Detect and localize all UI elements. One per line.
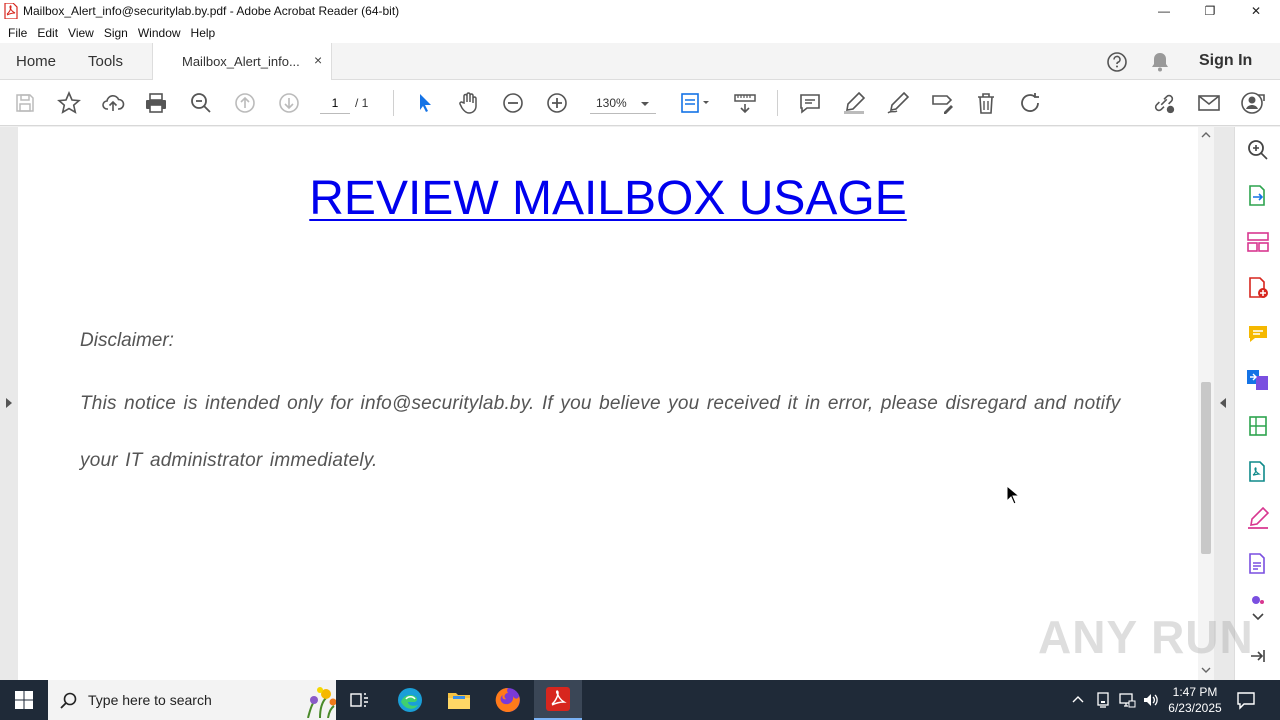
page-total: / 1	[355, 96, 369, 110]
share-user-icon[interactable]	[1241, 91, 1265, 115]
email-icon[interactable]	[1197, 91, 1221, 115]
taskbar-clock[interactable]: 1:47 PM 6/23/2025	[1160, 684, 1230, 716]
save-icon[interactable]	[13, 91, 37, 115]
organize-pages-icon[interactable]	[1246, 230, 1270, 254]
mouse-cursor-icon	[1006, 484, 1021, 508]
scan-ocr-icon[interactable]	[1246, 460, 1270, 484]
toolbar-divider	[777, 90, 778, 116]
rotate-icon[interactable]	[1018, 91, 1042, 115]
toolbar-divider	[393, 90, 394, 116]
edit-pdf-icon[interactable]	[1246, 552, 1270, 576]
right-panel-toggle-icon[interactable]	[1218, 396, 1228, 413]
menu-file[interactable]: File	[3, 26, 32, 40]
notification-bell-icon[interactable]	[1150, 51, 1170, 76]
zoom-in-icon[interactable]	[545, 91, 569, 115]
comment-icon[interactable]	[798, 91, 822, 115]
previous-page-icon[interactable]	[233, 91, 257, 115]
tab-document-label: Mailbox_Alert_info...	[182, 54, 300, 69]
task-view-icon[interactable]	[336, 680, 384, 720]
menu-sign[interactable]: Sign	[99, 26, 133, 40]
delete-trash-icon[interactable]	[974, 91, 998, 115]
right-tools-panel	[1234, 127, 1280, 680]
clock-date: 6/23/2025	[1168, 701, 1222, 715]
hand-tool-icon[interactable]	[457, 91, 481, 115]
ethernet-network-icon[interactable]	[1118, 692, 1136, 711]
taskbar-search-box[interactable]: Type here to search	[48, 680, 337, 720]
windows-taskbar: Type here to search 1:47 PM 6/23/2025	[0, 680, 1280, 720]
menu-edit[interactable]: Edit	[32, 26, 63, 40]
acrobat-reader-taskbar-icon[interactable]	[534, 680, 582, 720]
zoom-level-dropdown[interactable]: 130%	[590, 92, 656, 114]
close-tab-button[interactable]: ×	[314, 52, 322, 68]
search-highlight-flowers-icon	[304, 684, 337, 720]
export-pdf-icon[interactable]	[1246, 184, 1270, 208]
zoom-search-icon[interactable]	[189, 91, 213, 115]
scrollbar-thumb[interactable]	[1201, 382, 1211, 554]
share-link-icon[interactable]	[1152, 91, 1176, 115]
windows-start-icon[interactable]	[0, 680, 48, 720]
anyrun-watermark: ANY RUN	[1038, 611, 1254, 663]
sign-in-button[interactable]: Sign In	[1199, 52, 1252, 70]
chevron-down-icon	[640, 98, 650, 112]
search-placeholder: Type here to search	[88, 692, 212, 708]
highlight-pen-icon[interactable]	[842, 91, 866, 115]
main-toolbar: / 1 130%	[0, 80, 1280, 126]
tab-home[interactable]: Home	[16, 53, 56, 70]
search-zoom-icon[interactable]	[1246, 138, 1270, 162]
bookmark-star-icon[interactable]	[57, 91, 81, 115]
network-device-icon[interactable]	[1095, 692, 1111, 711]
disclaimer-label: Disclaimer:	[80, 330, 174, 351]
minimize-button[interactable]: —	[1141, 0, 1187, 22]
combine-files-icon[interactable]	[1246, 368, 1270, 392]
scroll-up-icon[interactable]	[1200, 129, 1212, 143]
pdf-page: REVIEW MAILBOX USAGE Disclaimer: This no…	[18, 127, 1198, 680]
maximize-button[interactable]: ❐	[1187, 0, 1233, 22]
firefox-browser-icon[interactable]	[484, 680, 532, 720]
scroll-down-icon[interactable]	[1200, 664, 1212, 678]
scroll-mode-icon[interactable]	[733, 91, 757, 115]
disclaimer-text: This notice is intended only for info@se…	[80, 393, 1121, 471]
search-icon	[60, 692, 78, 713]
vertical-scrollbar[interactable]	[1198, 127, 1214, 680]
tab-bar: Home Tools Mailbox_Alert_info... ×	[0, 43, 1280, 81]
fill-sign-icon[interactable]	[1246, 506, 1270, 530]
tab-document[interactable]: Mailbox_Alert_info... ×	[152, 43, 332, 81]
draw-pen-icon[interactable]	[886, 91, 910, 115]
more-tools-icon[interactable]	[1246, 592, 1270, 608]
menu-window[interactable]: Window	[133, 26, 186, 40]
left-panel-toggle-icon[interactable]	[4, 396, 14, 413]
action-center-notification-icon[interactable]	[1236, 690, 1256, 713]
compress-pdf-icon[interactable]	[1246, 414, 1270, 438]
edge-browser-icon[interactable]	[386, 680, 434, 720]
comment-panel-icon[interactable]	[1246, 322, 1270, 346]
create-pdf-icon[interactable]	[1246, 276, 1270, 300]
select-cursor-icon[interactable]	[413, 91, 437, 115]
file-explorer-icon[interactable]	[435, 680, 483, 720]
page-number-input[interactable]	[320, 92, 350, 114]
menu-bar: File Edit View Sign Window Help	[0, 22, 1280, 43]
close-window-button[interactable]: ✕	[1233, 0, 1279, 22]
volume-speaker-icon[interactable]	[1142, 692, 1160, 711]
next-page-icon[interactable]	[277, 91, 301, 115]
title-bar: Mailbox_Alert_info@securitylab.by.pdf - …	[0, 0, 1280, 22]
tab-tools[interactable]: Tools	[88, 53, 123, 70]
zoom-level-value: 130%	[596, 95, 627, 110]
zoom-out-icon[interactable]	[501, 91, 525, 115]
menu-view[interactable]: View	[63, 26, 99, 40]
edit-text-icon[interactable]	[930, 91, 954, 115]
menu-help[interactable]: Help	[186, 26, 221, 40]
help-icon[interactable]	[1106, 51, 1128, 76]
acrobat-pdf-icon	[3, 3, 19, 19]
review-mailbox-link[interactable]: REVIEW MAILBOX USAGE	[18, 171, 1198, 226]
upload-cloud-icon[interactable]	[101, 91, 125, 115]
window-title: Mailbox_Alert_info@securitylab.by.pdf - …	[23, 4, 400, 18]
tray-expand-chevron-icon[interactable]	[1071, 692, 1085, 709]
print-icon[interactable]	[144, 91, 168, 115]
page-fit-icon[interactable]	[678, 91, 714, 115]
clock-time: 1:47 PM	[1172, 685, 1218, 699]
